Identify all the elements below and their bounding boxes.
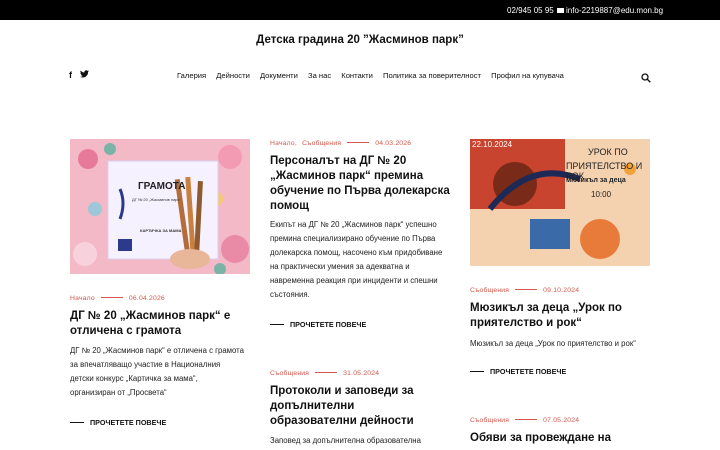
main-nav: Галерия Дейности Документи За нас Контак…	[177, 71, 572, 80]
search-icon[interactable]	[641, 70, 651, 83]
post-category[interactable]: Начало	[270, 140, 295, 147]
read-more-label: ПРОЧЕТЕТЕ ПОВЕЧЕ	[90, 418, 167, 427]
post-category[interactable]: Съобщения	[302, 140, 341, 147]
certificate-heading: ГРАМОТА	[138, 181, 186, 192]
post-category[interactable]: Начало	[70, 295, 95, 302]
post-category[interactable]: Съобщения	[470, 417, 509, 424]
post-excerpt: ДГ № 20 „Жасминов парк“ е отличена с гра…	[70, 346, 244, 397]
post-meta: Съобщения 09.10.2024	[470, 287, 579, 294]
post-date: 31.05.2024	[343, 370, 380, 377]
nav-item-buyer-profile[interactable]: Профил на купувача	[491, 71, 564, 80]
nav-item-gallery[interactable]: Галерия	[177, 71, 206, 80]
email-link[interactable]: info-2219887@edu.mon.bg	[557, 6, 663, 15]
post-meta: Начало, Съобщения 04.03.2026	[270, 140, 412, 147]
post-excerpt: Екипът на ДГ № 20 „Жасминов парк“ успешн…	[270, 220, 443, 299]
nav-item-about[interactable]: За нас	[308, 71, 331, 80]
poster-title-1: УРОК ПО	[588, 147, 628, 157]
poster-time: 10:00	[591, 190, 612, 199]
post-meta: Съобщения 31.05.2024	[270, 370, 379, 377]
read-more-label: ПРОЧЕТЕТЕ ПОВЕЧЕ	[490, 367, 567, 376]
post-title[interactable]: Обяви за провеждане на	[470, 431, 650, 446]
post-title[interactable]: Протоколи и заповеди за допълнителни обр…	[270, 384, 440, 429]
post-date: 06.04.2026	[128, 295, 165, 302]
nav-item-contacts[interactable]: Контакти	[341, 71, 373, 80]
post-title[interactable]: ДГ № 20 „Жасминов парк“ е отличена с гра…	[70, 309, 255, 339]
certificate-school: ДГ № 20 „Жасминов парк“	[132, 197, 181, 202]
post-excerpt: Мюзикъл за деца „Урок по приятелство и р…	[470, 339, 636, 348]
nav-item-documents[interactable]: Документи	[260, 71, 298, 80]
phone-number[interactable]: 02/945 05 95	[507, 6, 554, 15]
post-image-certificate[interactable]: ГРАМОТА ДГ № 20 „Жасминов парк“ КАРТИЧКА…	[70, 139, 250, 274]
certificate-contest: КАРТИЧКА ЗА МАМА	[140, 228, 182, 233]
envelope-icon	[557, 8, 564, 13]
post-excerpt: Заповед за допълнителна образователна	[270, 436, 421, 445]
poster-subtitle: мюзикъл за деца	[566, 177, 626, 184]
read-more-link[interactable]: ПРОЧЕТЕТЕ ПОВЕЧЕ	[270, 320, 366, 329]
post-date: 09.10.2024	[543, 287, 580, 294]
poster-date: 22.10.2024	[472, 140, 513, 149]
post-title[interactable]: Персоналът на ДГ № 20 „Жасминов парк“ пр…	[270, 154, 450, 214]
post-meta: Съобщения 07.05.2024	[470, 417, 579, 424]
read-more-link[interactable]: ПРОЧЕТЕТЕ ПОВЕЧЕ	[470, 367, 566, 376]
post-category[interactable]: Съобщения	[470, 287, 509, 294]
twitter-icon[interactable]	[80, 70, 89, 80]
post-title[interactable]: Мюзикъл за деца „Урок по приятелство и р…	[470, 301, 650, 331]
post-date: 07.05.2024	[543, 417, 580, 424]
facebook-icon[interactable]: f	[69, 70, 72, 80]
social-links: f	[69, 70, 97, 80]
email-text: info-2219887@edu.mon.bg	[566, 6, 664, 15]
post-image-musical-poster[interactable]: 22.10.2024 УРОК ПО ПРИЯТЕЛСТВО И РОК мюз…	[470, 139, 650, 266]
site-title[interactable]: Детска градина 20 ”Жасминов парк”	[0, 34, 720, 46]
post-date: 04.03.2026	[375, 140, 412, 147]
top-bar: 02/945 05 95 info-2219887@edu.mon.bg	[0, 0, 720, 20]
nav-item-activities[interactable]: Дейности	[216, 71, 250, 80]
post-meta: Начало 06.04.2026	[70, 295, 165, 302]
read-more-label: ПРОЧЕТЕТЕ ПОВЕЧЕ	[290, 320, 367, 329]
nav-item-privacy[interactable]: Политика за поверителност	[383, 71, 481, 80]
read-more-link[interactable]: ПРОЧЕТЕТЕ ПОВЕЧЕ	[70, 418, 166, 427]
post-category[interactable]: Съобщения	[270, 370, 309, 377]
